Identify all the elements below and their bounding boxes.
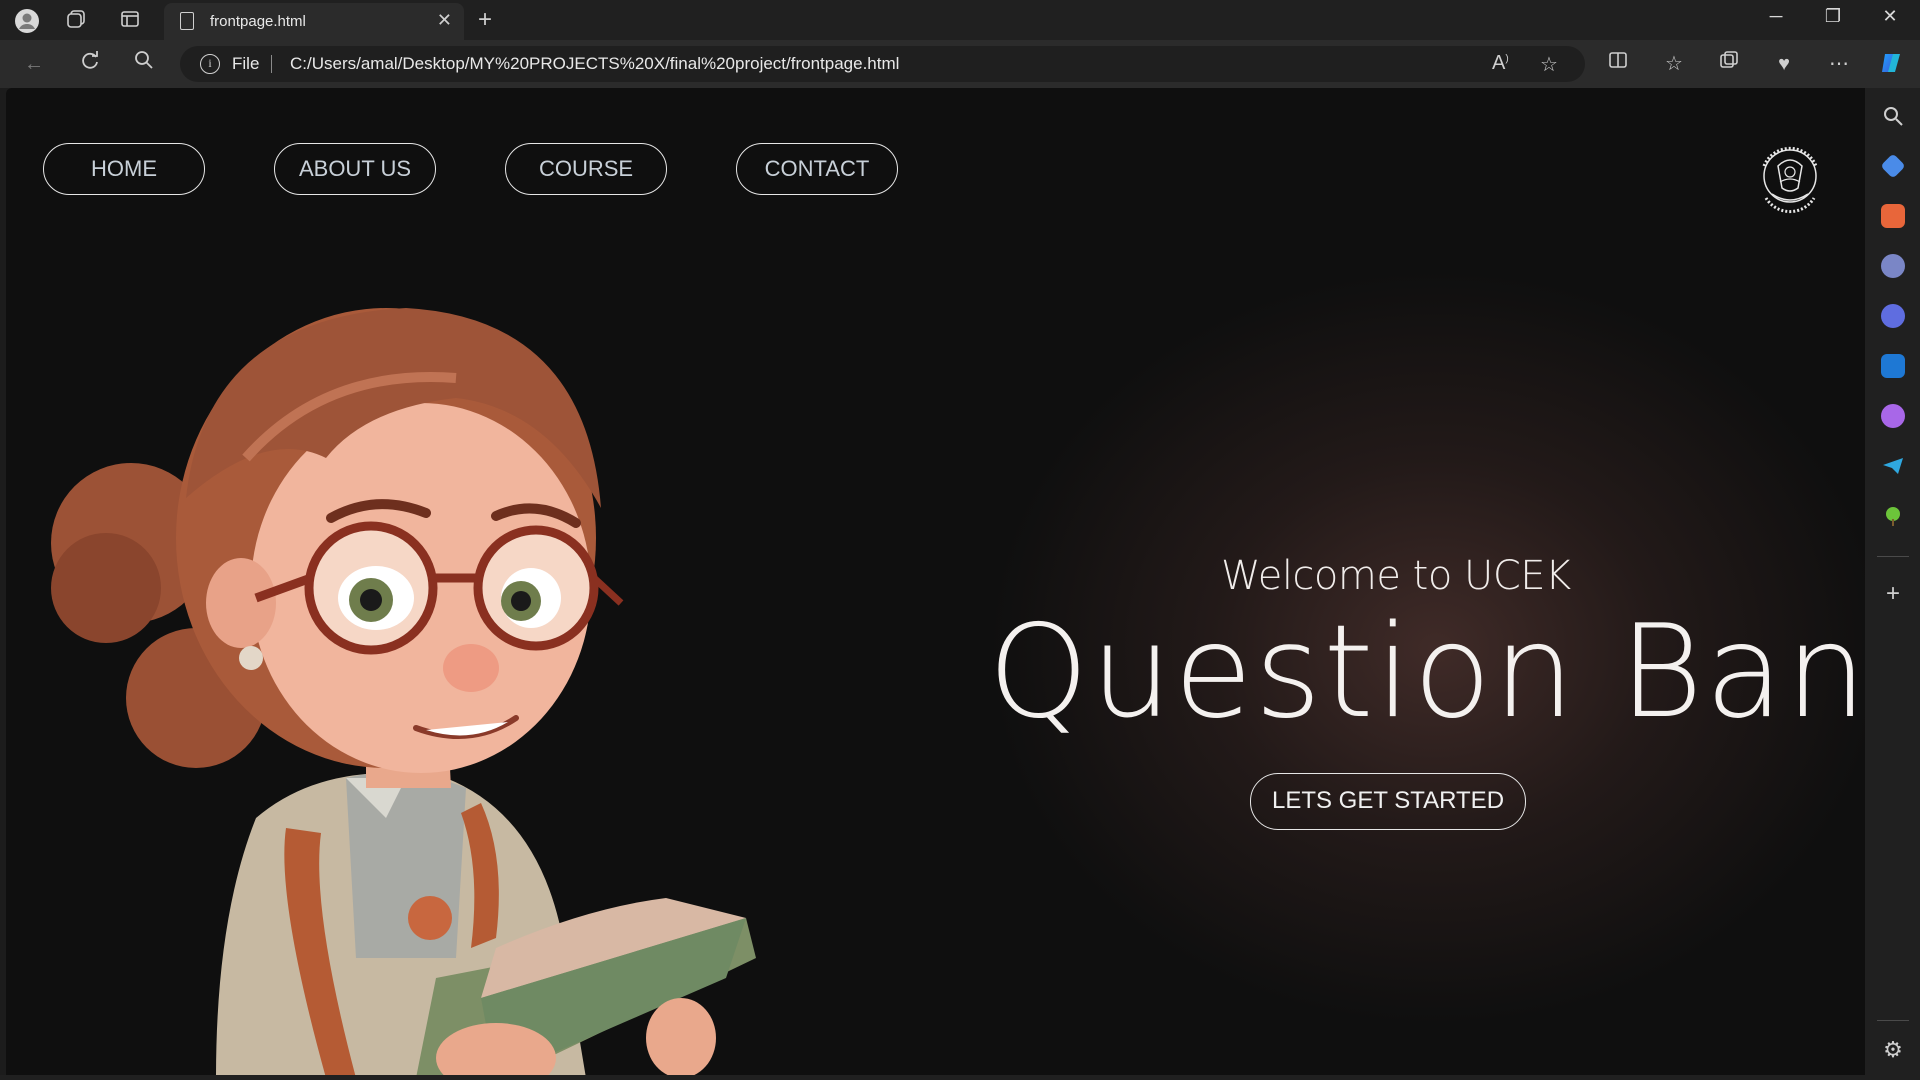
outlook-icon[interactable] [1881, 354, 1905, 378]
address-separator [271, 55, 272, 73]
welcome-heading: Welcome to UCEK [1221, 553, 1571, 599]
nav-contact-button[interactable]: CONTACT [736, 143, 898, 195]
refresh-icon[interactable] [76, 50, 104, 78]
address-bar[interactable]: i File C:/Users/amal/Desktop/MY%20PROJEC… [180, 46, 1585, 82]
restore-icon[interactable]: ❐ [1813, 6, 1853, 27]
add-icon[interactable]: + [1881, 582, 1905, 606]
telegram-icon[interactable] [1881, 454, 1905, 478]
copilot-icon[interactable] [1878, 50, 1906, 78]
sidebar-divider [1877, 1020, 1909, 1021]
window-bottom-edge [0, 1075, 1865, 1080]
site-info-icon[interactable]: i [200, 54, 220, 74]
nav-home-button[interactable]: HOME [43, 143, 205, 195]
more-icon[interactable]: ⋯ [1825, 50, 1853, 78]
settings-icon[interactable]: ⚙ [1881, 1038, 1905, 1062]
search-icon[interactable] [1881, 104, 1905, 128]
sidebar-divider [1877, 556, 1909, 557]
read-aloud-icon[interactable]: A) [1492, 52, 1509, 75]
browser-essentials-icon[interactable]: ♥ [1770, 50, 1798, 78]
browser-toolbar: ← i File C:/Users/amal/Desktop/MY%20PROJ… [0, 40, 1920, 88]
office-icon[interactable] [1881, 304, 1905, 328]
star-icon[interactable]: ☆ [1540, 52, 1558, 77]
games-icon[interactable] [1881, 254, 1905, 278]
document-icon [180, 12, 194, 30]
teacher-character-illustration [51, 308, 756, 1075]
favorites-icon[interactable]: ☆ [1660, 50, 1688, 78]
tab-title: frontpage.html [210, 13, 306, 30]
back-arrow-icon[interactable]: ← [20, 50, 48, 78]
profile-icon[interactable] [14, 8, 39, 33]
address-url[interactable]: C:/Users/amal/Desktop/MY%20PROJECTS%20X/… [290, 54, 899, 74]
workspaces-icon[interactable] [64, 8, 88, 32]
browser-sidebar: + ⚙ [1865, 88, 1920, 1080]
nav-course-button[interactable]: COURSE [505, 143, 667, 195]
active-tab[interactable]: frontpage.html ✕ [164, 3, 464, 40]
close-tab-icon[interactable]: ✕ [437, 10, 452, 31]
address-scheme-label: File [232, 54, 260, 73]
tree-icon[interactable] [1881, 504, 1905, 528]
new-tab-icon[interactable]: + [478, 6, 492, 34]
shopping-tag-icon[interactable] [1880, 153, 1906, 179]
minimize-icon[interactable]: ─ [1756, 6, 1796, 27]
search-icon[interactable] [130, 50, 158, 78]
close-window-icon[interactable]: ✕ [1870, 6, 1910, 27]
collections-icon[interactable] [1715, 50, 1743, 78]
get-started-button[interactable]: LETS GET STARTED [1250, 773, 1526, 830]
nav-about-button[interactable]: ABOUT US [274, 143, 436, 195]
page-viewport: HOME ABOUT US COURSE CONTACT Welcome to … [6, 88, 1865, 1075]
browser-title-bar: frontpage.html ✕ + ─ ❐ ✕ [0, 0, 1920, 40]
university-seal-logo [1762, 146, 1818, 214]
split-screen-icon[interactable] [1604, 50, 1632, 78]
designer-icon[interactable] [1881, 404, 1905, 428]
hero-title: Question Bank [988, 598, 1865, 747]
tab-actions-icon[interactable] [118, 8, 142, 32]
tools-icon[interactable] [1881, 204, 1905, 228]
